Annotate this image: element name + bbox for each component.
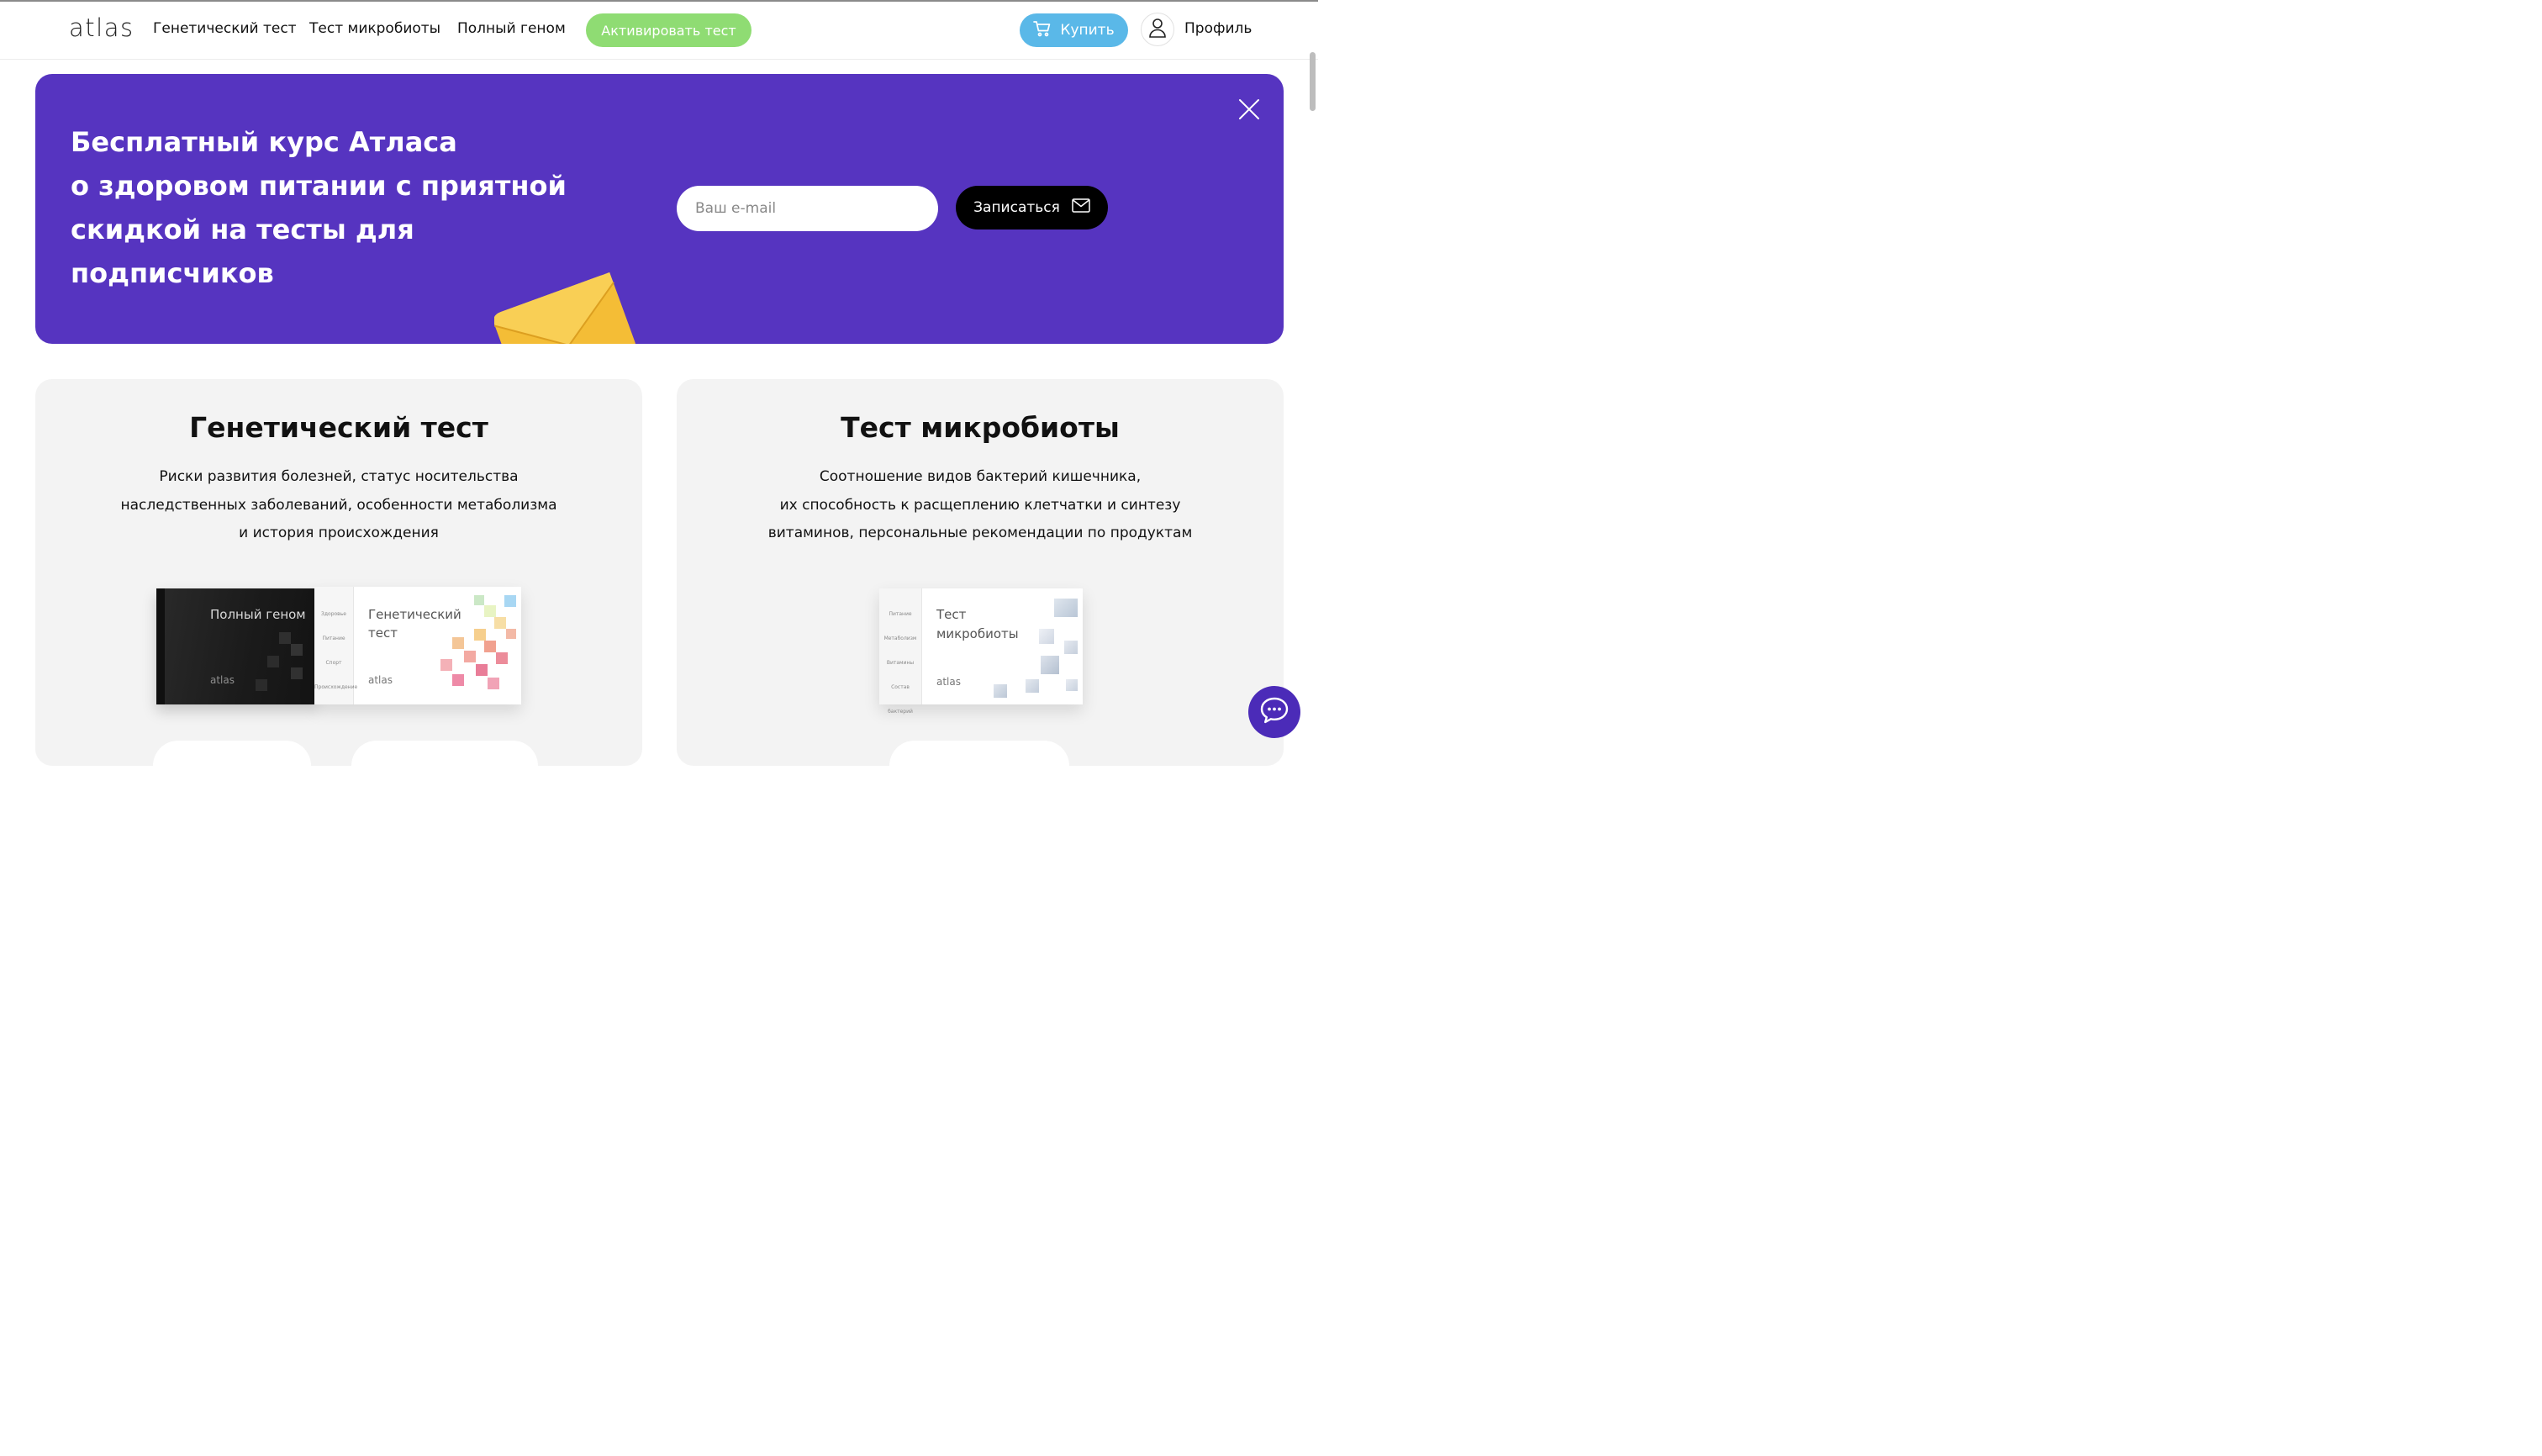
side-label: Спорт [325,660,342,666]
atlas-logo[interactable]: atlas [69,13,134,42]
product-brand: atlas [210,674,235,686]
activate-test-button[interactable]: Активировать тест [586,13,752,47]
side-label: Здоровье [321,611,346,617]
card-description-line: наследственных заболеваний, особенности … [120,496,557,514]
scrollbar-thumb[interactable] [1310,52,1316,111]
product-name-line: тест [368,625,398,641]
card-title: Генетический тест [189,411,488,444]
profile-link[interactable]: Профиль [1184,20,1252,37]
card-action-button[interactable] [351,741,538,766]
product-brand: atlas [368,674,393,686]
newsletter-title: Бесплатный курс Атласа о здоровом питани… [71,120,575,295]
card-title: Тест микробиоты [841,411,1120,444]
microbiota-test-card[interactable]: Тест микробиоты Соотношение видов бактер… [677,379,1284,766]
genetic-test-card[interactable]: Генетический тест Риски развития болезне… [35,379,642,766]
email-input[interactable] [677,186,938,231]
cart-icon [1033,20,1052,41]
subscribe-button[interactable]: Записаться [956,186,1108,229]
full-genome-box: Полный геном atlas [156,588,316,704]
card-description-line: Соотношение видов бактерий кишечника, [819,468,1142,485]
newsletter-title-line: скидкой на тесты для [71,214,414,245]
user-icon [1148,18,1167,41]
nav-microbiota-test[interactable]: Тест микробиоты [309,20,440,37]
side-label: Витамины [886,660,915,666]
chat-widget-button[interactable] [1248,686,1300,738]
close-icon[interactable] [1237,97,1262,122]
product-side-labels: Питание Метаболизм Витамины Состав бакте… [879,602,921,724]
card-description-line: и история происхождения [239,525,439,541]
nav-full-genome[interactable]: Полный геном [457,20,566,37]
product-side-labels: Здоровье Питание Спорт Происхождение [314,602,358,699]
card-description: Риски развития болезней, статус носитель… [86,463,592,548]
side-label: Питание [322,636,345,641]
side-label: Состав бактерий [888,684,913,715]
card-action-button[interactable] [153,741,311,766]
product-name: Полный геном [210,607,306,622]
card-description-line: Риски развития болезней, статус носитель… [159,468,519,485]
profile-avatar-button[interactable] [1141,13,1174,46]
buy-label: Купить [1060,22,1115,39]
product-name-line: Тест [936,607,967,622]
product-name-line: микробиоты [936,626,1019,641]
card-action-button[interactable] [889,741,1069,766]
chat-icon [1259,696,1289,728]
buy-button[interactable]: Купить [1020,13,1128,47]
card-description: Соотношение видов бактерий кишечника, их… [727,463,1233,548]
subscribe-label: Записаться [973,199,1060,216]
newsletter-title-line: подписчиков [71,257,274,289]
side-label: Метаболизм [883,636,917,641]
mail-icon [1072,198,1090,217]
product-brand: atlas [936,676,961,688]
newsletter-banner: Бесплатный курс Атласа о здоровом питани… [35,74,1284,344]
side-label: Происхождение [314,684,358,690]
product-name: Тест микробиоты [936,605,1019,644]
nav-genetic-test[interactable]: Генетический тест [153,20,297,37]
genetic-test-box: Здоровье Питание Спорт Происхождение Ген… [314,587,521,704]
newsletter-title-line: Бесплатный курс Атласа [71,126,457,158]
product-name: Генетический тест [368,605,461,642]
card-description-line: витаминов, персональные рекомендации по … [767,525,1193,541]
site-header: atlas Генетический тест Тест микробиоты … [0,2,1318,60]
newsletter-title-line: о здоровом питании с приятной [71,170,567,202]
envelope-illustration [493,272,637,344]
activate-test-label: Активировать тест [601,22,736,39]
product-name-line: Генетический [368,607,461,622]
microbiota-test-box: Питание Метаболизм Витамины Состав бакте… [879,588,1083,715]
side-label: Питание [889,611,912,617]
card-description-line: их способность к расщеплению клетчатки и… [779,496,1181,514]
